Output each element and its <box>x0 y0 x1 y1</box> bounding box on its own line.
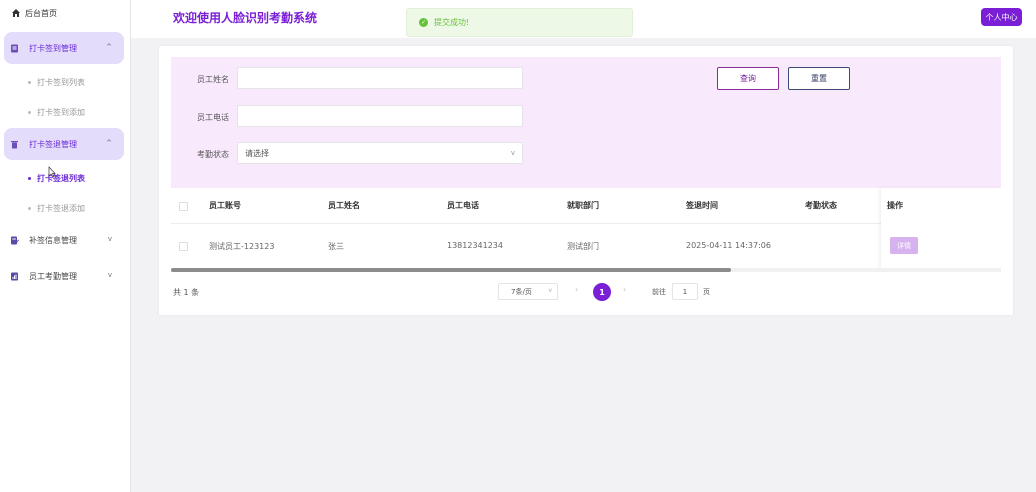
horizontal-scrollbar[interactable] <box>171 268 1001 272</box>
column-header: 操作 <box>887 201 903 210</box>
bullet-icon <box>28 110 31 114</box>
sidebar: 后台首页 打卡签到管理 ^ 打卡签到列表 打卡签到添加 打卡签退管理 ^ 打卡签… <box>0 0 131 492</box>
bullet-icon <box>28 206 31 210</box>
cell-phone: 13812341234 <box>447 241 503 250</box>
sidebar-group-checkout-label: 打卡签退管理 <box>29 139 77 149</box>
sidebar-item-home-label: 后台首页 <box>25 8 57 18</box>
column-header: 考勤状态 <box>805 201 837 210</box>
success-toast: ✓ 提交成功! <box>406 8 633 37</box>
chevron-up-icon: ^ <box>106 43 112 51</box>
sidebar-item-label: 打卡签到添加 <box>37 107 85 117</box>
scrollbar-thumb[interactable] <box>171 268 731 272</box>
goto-prefix: 前往 <box>652 288 666 296</box>
sidebar-item-checkin-add[interactable]: 打卡签到添加 <box>28 105 85 119</box>
chevron-up-icon: ^ <box>106 139 112 147</box>
table-header: 员工账号 员工姓名 员工电话 就职部门 签退时间 考勤状态 <box>171 188 1001 224</box>
name-input[interactable] <box>237 67 523 89</box>
mouse-pointer-icon <box>48 166 56 178</box>
sidebar-item-checkin-list[interactable]: 打卡签到列表 <box>28 75 85 89</box>
column-header: 员工电话 <box>447 201 479 210</box>
column-header: 就职部门 <box>567 201 599 210</box>
sidebar-group-checkout[interactable]: 打卡签退管理 ^ <box>4 128 124 160</box>
status-label: 考勤状态 <box>197 150 229 159</box>
page-size-select[interactable]: 7条/页 v <box>498 283 558 300</box>
toast-message: 提交成功! <box>434 18 470 27</box>
sidebar-item-checkout-list[interactable]: 打卡签退列表 <box>28 171 85 185</box>
total-count: 共 1 条 <box>173 288 200 297</box>
check-circle-icon: ✓ <box>419 18 428 27</box>
select-all-checkbox[interactable] <box>179 202 188 211</box>
chevron-down-icon: v <box>548 287 552 294</box>
phone-input[interactable] <box>237 105 523 127</box>
column-header: 签退时间 <box>686 201 718 210</box>
report-icon <box>10 272 19 281</box>
bullet-icon <box>28 176 31 180</box>
sidebar-item-label: 打卡签退添加 <box>37 203 85 213</box>
edit-document-icon <box>10 236 19 245</box>
content-card: 员工姓名 员工电话 考勤状态 请选择 v 查询 重置 员工账号 员工姓名 员工电… <box>159 46 1013 315</box>
table-row: 测试员工-123123 张三 13812341234 测试部门 2025-04-… <box>171 224 1001 269</box>
document-icon <box>10 44 19 53</box>
status-select[interactable]: 请选择 v <box>237 142 523 164</box>
page-title: 欢迎使用人脸识别考勤系统 <box>173 11 318 25</box>
reset-button[interactable]: 重置 <box>788 67 850 90</box>
header: 欢迎使用人脸识别考勤系统 ✓ 提交成功! 个人中心 <box>131 0 1036 38</box>
chevron-down-icon: v <box>107 235 112 243</box>
page-number-current[interactable]: 1 <box>593 283 611 301</box>
bullet-icon <box>28 80 31 84</box>
sidebar-item-home[interactable]: 后台首页 <box>11 6 57 20</box>
sidebar-item-label: 补签信息管理 <box>29 235 77 245</box>
page-size-value: 7条/页 <box>511 287 532 296</box>
column-header: 员工账号 <box>209 201 241 210</box>
action-column: 操作 详情 <box>881 188 1001 269</box>
chevron-down-icon: v <box>107 271 112 279</box>
sidebar-item-label: 打卡签退列表 <box>37 173 85 183</box>
column-header: 员工姓名 <box>328 201 360 210</box>
prev-page-icon[interactable]: ‹ <box>575 285 578 294</box>
sidebar-item-checkout-add[interactable]: 打卡签退添加 <box>28 201 85 215</box>
goto-suffix: 页 <box>703 288 710 296</box>
detail-button[interactable]: 详情 <box>890 237 918 254</box>
sidebar-group-checkin-label: 打卡签到管理 <box>29 43 77 53</box>
search-panel: 员工姓名 员工电话 考勤状态 请选择 v 查询 重置 <box>171 57 1001 188</box>
chevron-down-icon: v <box>510 149 515 157</box>
name-label: 员工姓名 <box>197 75 229 84</box>
trash-icon <box>10 140 19 149</box>
query-button[interactable]: 查询 <box>717 67 779 90</box>
sidebar-item-attendance[interactable]: 员工考勤管理 v <box>4 266 124 286</box>
goto-page-input[interactable]: 1 <box>672 283 698 300</box>
cell-account: 测试员工-123123 <box>209 242 275 251</box>
cell-name: 张三 <box>328 242 344 251</box>
sidebar-group-checkin[interactable]: 打卡签到管理 ^ <box>4 32 124 64</box>
cell-dept: 测试部门 <box>567 242 599 251</box>
sidebar-item-label: 打卡签到列表 <box>37 77 85 87</box>
phone-label: 员工电话 <box>197 113 229 122</box>
pagination: 共 1 条 7条/页 v ‹ 1 › 前往 1 页 <box>159 282 1013 302</box>
sidebar-item-supplement[interactable]: 补签信息管理 v <box>4 230 124 250</box>
sidebar-item-label: 员工考勤管理 <box>29 271 77 281</box>
next-page-icon[interactable]: › <box>623 285 626 294</box>
row-checkbox[interactable] <box>179 242 188 251</box>
status-select-placeholder: 请选择 <box>245 148 269 158</box>
cell-time: 2025-04-11 14:37:06 <box>686 241 771 250</box>
user-center-button[interactable]: 个人中心 <box>981 8 1022 26</box>
home-icon <box>11 8 21 18</box>
